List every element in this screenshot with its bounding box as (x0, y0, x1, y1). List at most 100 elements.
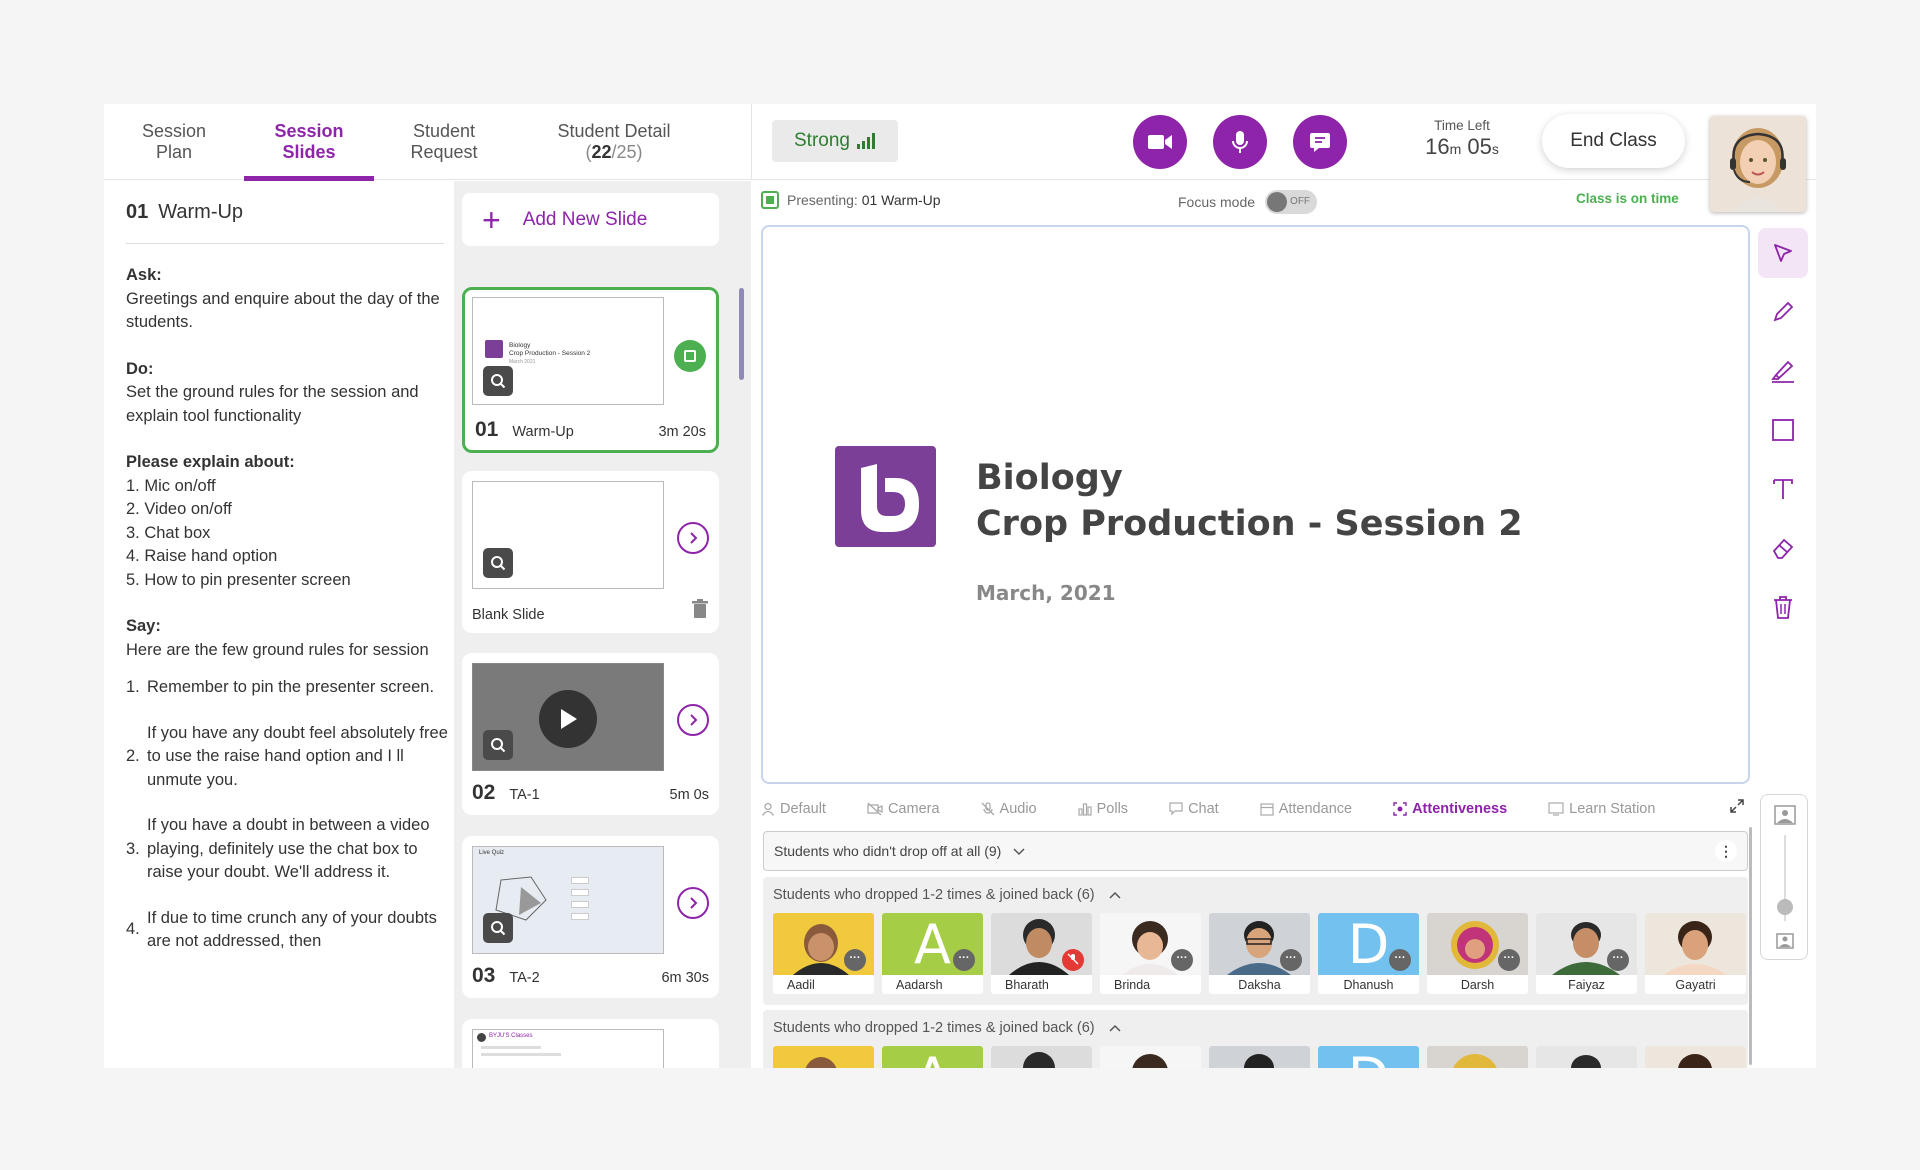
student-tile[interactable] (773, 1046, 874, 1068)
tab-polls[interactable]: Polls (1078, 801, 1128, 817)
student-name: Aadarsh (896, 978, 943, 992)
group-header[interactable]: Students who dropped 1-2 times & joined … (763, 1010, 1748, 1046)
present-arrow-icon[interactable] (677, 887, 709, 919)
microphone-button[interactable] (1213, 115, 1267, 169)
student-tile[interactable]: ··· Daksha (1209, 913, 1310, 994)
pointer-tool[interactable] (1758, 228, 1808, 278)
student-tile[interactable]: ··· Aadil (773, 913, 874, 994)
student-tile[interactable] (1209, 1046, 1310, 1068)
magnify-icon[interactable] (483, 913, 513, 943)
student-tile[interactable] (991, 1046, 1092, 1068)
tab-camera[interactable]: Camera (867, 801, 940, 817)
presenting-prefix: Presenting: (787, 192, 858, 208)
magnify-icon[interactable] (483, 548, 513, 578)
tab-default[interactable]: Default (761, 801, 826, 817)
slide-title-line: Crop Production - Session 2 (976, 504, 1523, 544)
highlighter-tool[interactable] (1758, 346, 1808, 396)
video-thumbnail (472, 663, 664, 771)
zoom-slider[interactable] (1760, 794, 1808, 960)
more-icon[interactable]: ··· (1280, 949, 1302, 971)
slide-name: TA-2 (509, 970, 540, 986)
student-list-scrollbar[interactable] (1749, 827, 1752, 1065)
more-icon[interactable]: ··· (1389, 949, 1411, 971)
tab-audio[interactable]: Audio (981, 801, 1037, 817)
expand-icon[interactable] (1729, 798, 1745, 819)
magnify-icon[interactable] (483, 730, 513, 760)
slide-card-ta-1[interactable]: 02 TA-1 5m 0s (462, 653, 719, 815)
more-icon[interactable]: ··· (1607, 949, 1629, 971)
teacher-video[interactable] (1710, 116, 1806, 212)
more-icon[interactable]: ··· (844, 949, 866, 971)
student-tile[interactable] (1427, 1046, 1528, 1068)
student-group-dropdown[interactable]: Students who didn't drop off at all (9) … (763, 831, 1748, 871)
student-tile[interactable] (1645, 1046, 1746, 1068)
tab-student-request[interactable]: Student Request (374, 104, 514, 180)
student-tile[interactable]: ··· Brinda (1100, 913, 1201, 994)
time-left-label: Time Left (1434, 118, 1490, 133)
pencil-tool[interactable] (1758, 287, 1808, 337)
end-class-button[interactable]: End Class (1542, 114, 1685, 168)
student-name: Brinda (1114, 978, 1151, 992)
class-topbar: Strong Time Left 16m 05s End Class (751, 104, 1816, 212)
student-tile[interactable]: D (1318, 1046, 1419, 1068)
tab-session-slides[interactable]: Session Slides (244, 104, 374, 181)
tab-chat[interactable]: Chat (1169, 801, 1219, 817)
video-camera-button[interactable] (1133, 115, 1187, 169)
zoom-handle[interactable] (1777, 899, 1793, 915)
student-tile[interactable]: D ··· Dhanush (1318, 913, 1419, 994)
tab-attentiveness[interactable]: Attentiveness (1393, 801, 1507, 817)
trash-icon[interactable] (691, 599, 709, 623)
more-icon[interactable]: ··· (1498, 949, 1520, 971)
more-icon[interactable]: ··· (953, 949, 975, 971)
time-left: Time Left 16m 05s (1417, 118, 1507, 160)
shape-tool[interactable] (1758, 405, 1808, 455)
focus-mode-toggle[interactable]: OFF (1265, 190, 1318, 214)
slides-scrollbar[interactable] (739, 288, 744, 380)
more-icon[interactable]: ··· (1171, 949, 1193, 971)
student-tile[interactable]: Bharath (991, 913, 1092, 994)
slide-duration: 5m 0s (669, 787, 710, 803)
student-tile[interactable]: A (882, 1046, 983, 1068)
student-avatar (773, 1046, 874, 1068)
ask-text: Greetings and enquire about the day of t… (126, 289, 440, 332)
rule-item: 2. If you have any doubt feel absolutely … (126, 723, 448, 789)
play-icon[interactable] (539, 690, 597, 748)
tab-student-detail[interactable]: Student Detail (22/25) (514, 104, 714, 180)
tab-session-plan[interactable]: Session Plan (104, 104, 244, 180)
plus-icon: + (482, 201, 501, 238)
text-tool[interactable] (1758, 464, 1808, 514)
student-name: Faiyaz (1568, 978, 1605, 992)
student-tile[interactable]: A ··· Aadarsh (882, 913, 983, 994)
stop-presenting-icon[interactable] (674, 340, 706, 372)
group-header[interactable]: Students who dropped 1-2 times & joined … (763, 877, 1748, 913)
text-icon (1773, 479, 1793, 499)
eraser-tool[interactable] (1758, 523, 1808, 573)
slide-card-warm-up[interactable]: Biology Crop Production - Session 2 Marc… (462, 287, 719, 453)
student-tile[interactable] (1100, 1046, 1201, 1068)
student-avatar (1209, 1046, 1310, 1068)
slide-card-next[interactable]: BYJU'S Classes (462, 1019, 719, 1068)
more-options-icon[interactable]: ⋮ (1715, 840, 1737, 862)
chat-button[interactable] (1293, 115, 1347, 169)
student-view-tabs: Default Camera Audio Polls Chat Attendan… (761, 796, 1761, 822)
tab-attendance[interactable]: Attendance (1260, 801, 1352, 817)
slide-card-ta-2[interactable]: Live Quiz 03 TA-2 6m 30s (462, 836, 719, 998)
focus-target-icon (1393, 802, 1407, 816)
student-tile[interactable]: ··· Faiyaz (1536, 913, 1637, 994)
thumb-text: March 2021 (509, 359, 536, 365)
presenting-row: Presenting: 01 Warm-Up Focus mode OFF Cl… (751, 181, 1816, 217)
quiz-thumbnail: Live Quiz (472, 846, 664, 954)
present-arrow-icon[interactable] (677, 704, 709, 736)
slide-name: Blank Slide (472, 607, 545, 623)
present-arrow-icon[interactable] (677, 522, 709, 554)
slide-card-blank[interactable]: Blank Slide (462, 471, 719, 633)
magnify-icon[interactable] (483, 366, 513, 396)
add-new-slide-button[interactable]: + Add New Slide (462, 193, 719, 246)
presenting-indicator-icon (761, 191, 779, 209)
student-tile[interactable]: ··· Darsh (1427, 913, 1528, 994)
do-heading: Do: (126, 359, 154, 378)
student-tile[interactable]: Gayatri (1645, 913, 1746, 994)
student-tile[interactable] (1536, 1046, 1637, 1068)
tab-learn-station[interactable]: Learn Station (1548, 801, 1655, 817)
clear-tool[interactable] (1758, 582, 1808, 632)
